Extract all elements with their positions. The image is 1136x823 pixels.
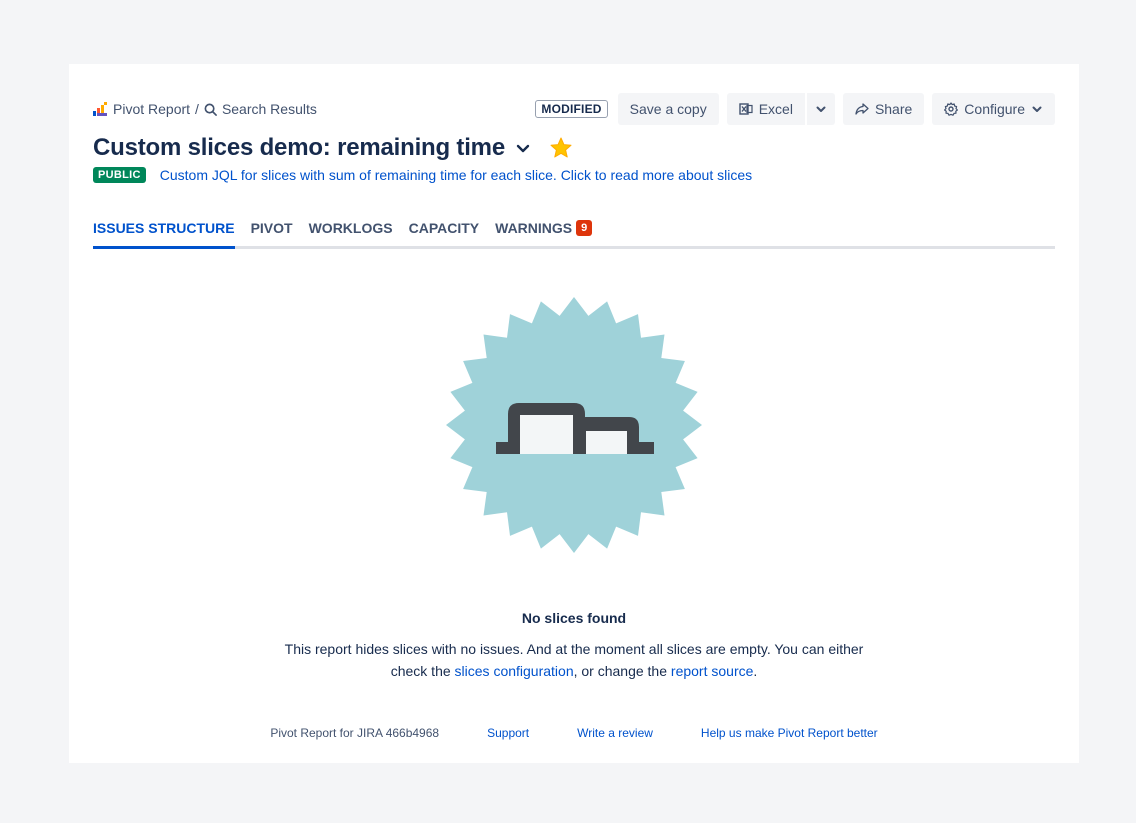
save-copy-label: Save a copy	[629, 101, 707, 117]
footer-support-link[interactable]: Support	[487, 726, 529, 740]
breadcrumb-search-results-label: Search Results	[221, 101, 317, 117]
page-title: Custom slices demo: remaining time	[93, 134, 505, 161]
report-tabs: ISSUES STRUCTURE PIVOT WORKLOGS CAPACITY…	[93, 212, 1055, 249]
gear-icon	[944, 102, 959, 116]
warnings-count-badge: 9	[576, 220, 593, 236]
visibility-badge: PUBLIC	[93, 167, 146, 183]
tab-pivot[interactable]: PIVOT	[251, 212, 293, 246]
empty-state-title: No slices found	[521, 610, 627, 626]
chevron-down-icon	[816, 106, 826, 112]
empty-state-illustration	[446, 297, 702, 553]
tab-label: WARNINGS	[495, 220, 573, 236]
configure-label: Configure	[964, 101, 1025, 117]
empty-state-message: This report hides slices with no issues.…	[274, 638, 874, 682]
breadcrumb-search-results[interactable]: Search Results	[204, 101, 317, 117]
chevron-down-icon[interactable]	[515, 140, 531, 156]
title-row: Custom slices demo: remaining time	[93, 134, 573, 162]
breadcrumb-pivot-report[interactable]: Pivot Report	[93, 101, 190, 117]
footer-version: Pivot Report for JIRA 466b4968	[270, 726, 440, 740]
report-actions: MODIFIED Save a copy Excel Share Configu…	[535, 93, 1055, 125]
tab-issues-structure[interactable]: ISSUES STRUCTURE	[93, 212, 235, 249]
share-button[interactable]: Share	[842, 93, 925, 125]
excel-export-button[interactable]: Excel	[726, 93, 805, 125]
description-row: PUBLIC Custom JQL for slices with sum of…	[93, 167, 752, 183]
report-source-link[interactable]: report source	[671, 663, 753, 679]
footer: Pivot Report for JIRA 466b4968 Support W…	[69, 726, 1079, 740]
share-icon	[855, 103, 869, 115]
empty-text-part-2: , or change the	[573, 663, 671, 679]
slices-configuration-link[interactable]: slices configuration	[455, 663, 574, 679]
tab-warnings[interactable]: WARNINGS 9	[495, 212, 593, 246]
save-copy-button[interactable]: Save a copy	[617, 93, 719, 125]
pivot-report-logo-icon	[93, 102, 107, 116]
search-icon	[204, 103, 217, 116]
empty-text-part-3: .	[753, 663, 758, 679]
tab-label: ISSUES STRUCTURE	[93, 220, 235, 236]
share-label: Share	[874, 101, 913, 117]
footer-review-link[interactable]: Write a review	[577, 726, 653, 740]
tab-label: WORKLOGS	[308, 220, 393, 236]
excel-options-dropdown[interactable]	[806, 93, 835, 125]
configure-button[interactable]: Configure	[932, 93, 1055, 125]
tab-worklogs[interactable]: WORKLOGS	[309, 212, 393, 246]
excel-icon	[739, 103, 753, 115]
footer-feedback-link[interactable]: Help us make Pivot Report better	[701, 726, 878, 740]
tab-capacity[interactable]: CAPACITY	[409, 212, 480, 246]
breadcrumb-pivot-report-label: Pivot Report	[113, 101, 191, 117]
breadcrumb: Pivot Report / Search Results	[93, 101, 317, 117]
tab-label: CAPACITY	[408, 220, 480, 236]
tab-label: PIVOT	[250, 220, 293, 236]
favorite-star-icon[interactable]	[549, 136, 573, 160]
breadcrumb-separator: /	[195, 101, 199, 117]
modified-badge: MODIFIED	[535, 100, 608, 118]
description-link[interactable]: Custom JQL for slices with sum of remain…	[160, 167, 752, 183]
chevron-down-icon	[1032, 106, 1042, 112]
report-panel: Pivot Report / Search Results MODIFIED S…	[69, 64, 1079, 763]
excel-label: Excel	[758, 101, 793, 117]
